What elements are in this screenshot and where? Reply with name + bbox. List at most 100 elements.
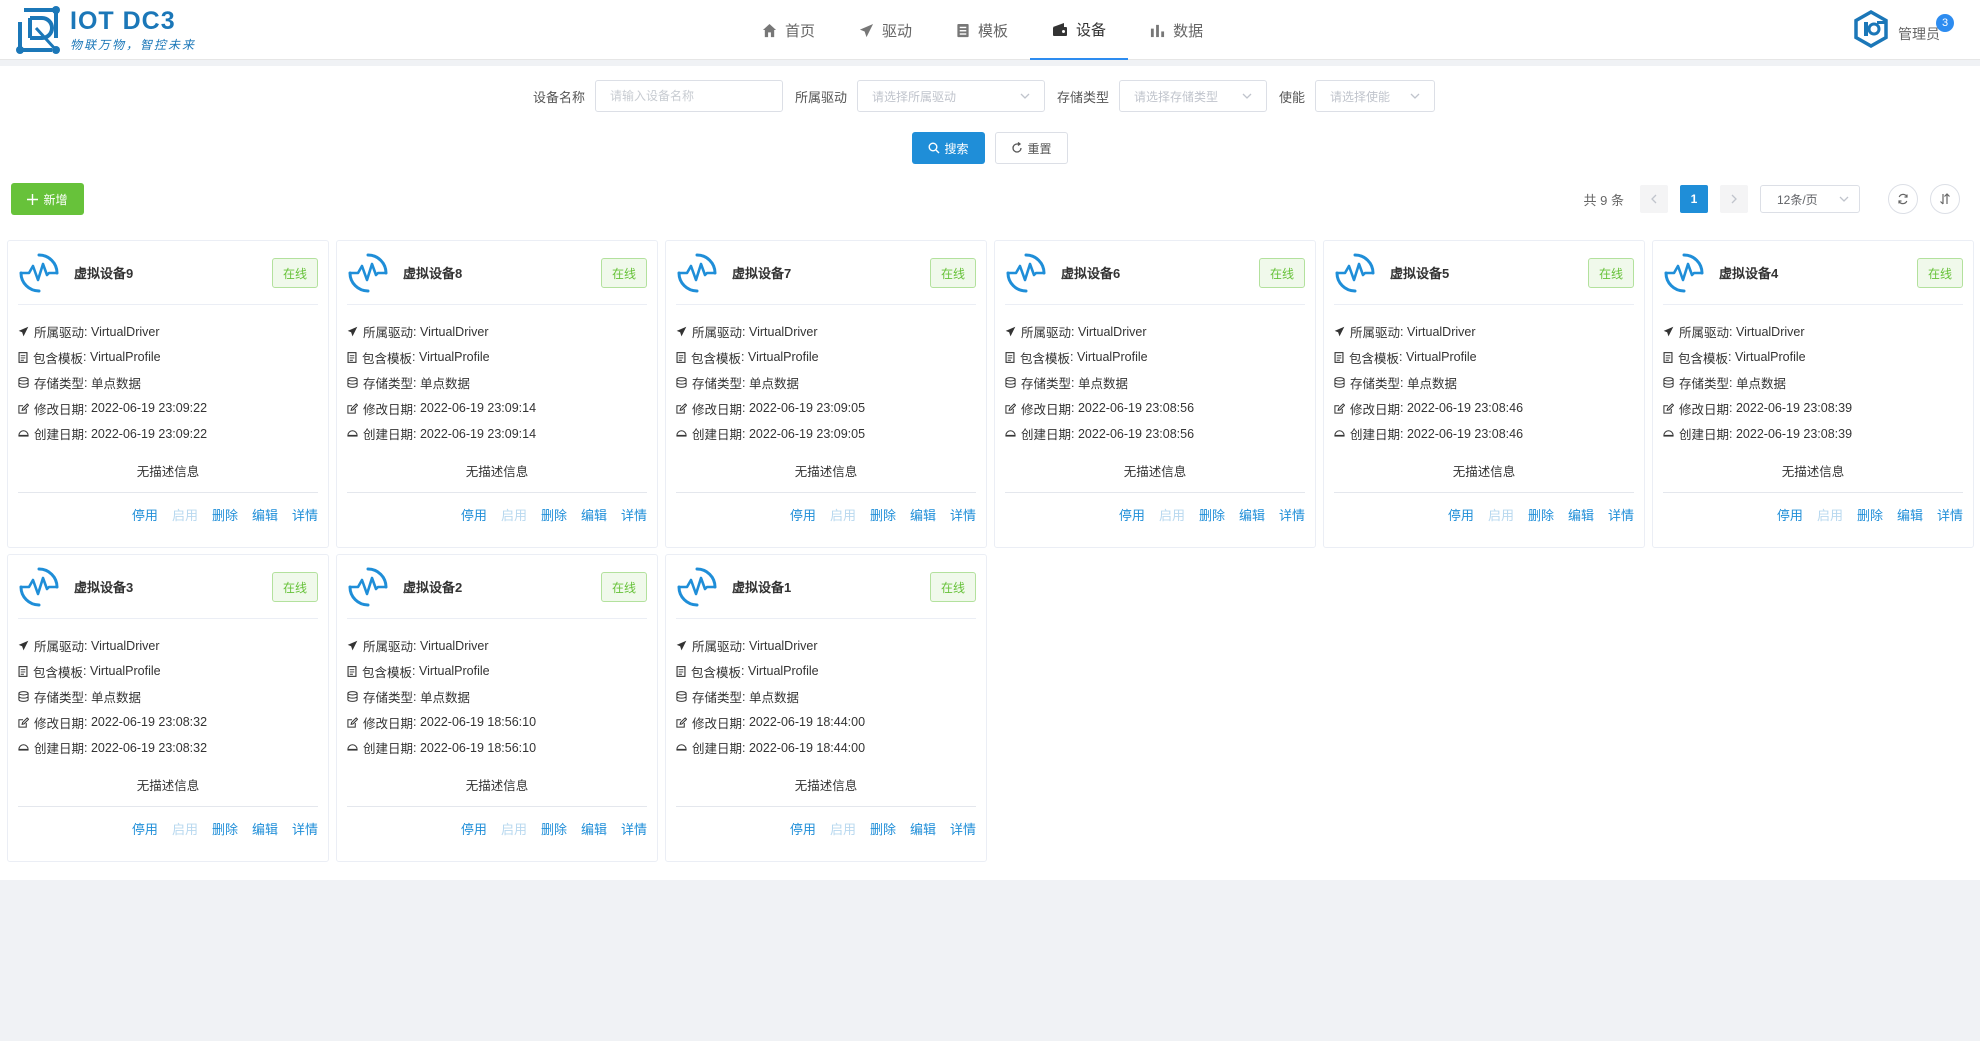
delete-button[interactable]: 删除 — [1199, 505, 1225, 524]
stop-button[interactable]: 停用 — [1777, 505, 1803, 524]
start-button[interactable]: 启用 — [1159, 505, 1185, 524]
edit-button[interactable]: 编辑 — [1897, 505, 1923, 524]
create-label: 创建日期 — [692, 428, 743, 443]
device-name-input[interactable] — [594, 80, 783, 112]
send-icon — [1663, 326, 1674, 337]
delete-button[interactable]: 删除 — [870, 505, 896, 524]
delete-button[interactable]: 删除 — [541, 819, 567, 838]
detail-button[interactable]: 详情 — [950, 819, 976, 838]
device-card[interactable]: 虚拟设备3 在线 所属驱动: VirtualDriver 包含模板: Virtu… — [7, 554, 329, 862]
device-card[interactable]: 虚拟设备7 在线 所属驱动: VirtualDriver 包含模板: Virtu… — [665, 240, 987, 548]
driver-label: 所属驱动 — [692, 326, 743, 341]
nav-item-home[interactable]: 首页 — [740, 0, 837, 60]
device-name[interactable]: 虚拟设备9 — [74, 263, 133, 282]
stop-button[interactable]: 停用 — [461, 819, 487, 838]
start-button[interactable]: 启用 — [830, 505, 856, 524]
device-name[interactable]: 虚拟设备1 — [732, 577, 791, 596]
device-name[interactable]: 虚拟设备6 — [1061, 263, 1120, 282]
detail-button[interactable]: 详情 — [292, 505, 318, 524]
start-button[interactable]: 启用 — [172, 819, 198, 838]
page-number[interactable]: 1 — [1680, 185, 1708, 213]
device-name[interactable]: 虚拟设备8 — [403, 263, 462, 282]
device-card[interactable]: 虚拟设备8 在线 所属驱动: VirtualDriver 包含模板: Virtu… — [336, 240, 658, 548]
info-profile: 包含模板: VirtualProfile — [347, 659, 647, 685]
edit-button[interactable]: 编辑 — [1239, 505, 1265, 524]
stop-button[interactable]: 停用 — [132, 505, 158, 524]
delete-button[interactable]: 删除 — [212, 819, 238, 838]
detail-button[interactable]: 详情 — [621, 505, 647, 524]
add-device-button[interactable]: 新增 — [11, 183, 84, 215]
detail-button[interactable]: 详情 — [621, 819, 647, 838]
delete-button[interactable]: 删除 — [541, 505, 567, 524]
reset-button[interactable]: 重置 — [995, 132, 1068, 164]
page-size-select[interactable]: 12条/页 — [1760, 185, 1860, 213]
device-info: 所属驱动: VirtualDriver 包含模板: VirtualProfile… — [18, 319, 318, 447]
device-card[interactable]: 虚拟设备4 在线 所属驱动: VirtualDriver 包含模板: Virtu… — [1652, 240, 1974, 548]
delete-button[interactable]: 删除 — [212, 505, 238, 524]
edit-button[interactable]: 编辑 — [252, 819, 278, 838]
refresh-button[interactable] — [1888, 184, 1918, 214]
edit-button[interactable]: 编辑 — [252, 505, 278, 524]
enable-select[interactable]: 请选择使能 — [1315, 80, 1436, 112]
start-button[interactable]: 启用 — [172, 505, 198, 524]
edit-button[interactable]: 编辑 — [910, 505, 936, 524]
driver-select[interactable]: 请选择所属驱动 — [857, 80, 1045, 112]
search-button[interactable]: 搜索 — [912, 132, 985, 164]
logo[interactable]: IOT DC3 物联万物，智控未来 — [12, 4, 196, 56]
device-pulse-icon — [1006, 253, 1046, 292]
stop-button[interactable]: 停用 — [1119, 505, 1145, 524]
stop-button[interactable]: 停用 — [790, 819, 816, 838]
stop-button[interactable]: 停用 — [790, 505, 816, 524]
nav-item-driver[interactable]: 驱动 — [837, 0, 934, 60]
stop-button[interactable]: 停用 — [1448, 505, 1474, 524]
nav-item-data[interactable]: 数据 — [1128, 0, 1225, 60]
stop-button[interactable]: 停用 — [132, 819, 158, 838]
start-button[interactable]: 启用 — [830, 819, 856, 838]
device-name[interactable]: 虚拟设备3 — [74, 577, 133, 596]
device-name[interactable]: 虚拟设备7 — [732, 263, 791, 282]
delete-button[interactable]: 删除 — [1528, 505, 1554, 524]
device-actions: 停用 启用 删除 编辑 详情 — [347, 819, 647, 838]
start-button[interactable]: 启用 — [1488, 505, 1514, 524]
stop-button[interactable]: 停用 — [461, 505, 487, 524]
device-name[interactable]: 虚拟设备5 — [1390, 263, 1449, 282]
delete-button[interactable]: 删除 — [1857, 505, 1883, 524]
device-card[interactable]: 虚拟设备5 在线 所属驱动: VirtualDriver 包含模板: Virtu… — [1323, 240, 1645, 548]
status-badge: 在线 — [271, 258, 318, 288]
device-name[interactable]: 虚拟设备4 — [1719, 263, 1778, 282]
device-card[interactable]: 虚拟设备9 在线 所属驱动: VirtualDriver 包含模板: Virtu… — [7, 240, 329, 548]
device-card[interactable]: 虚拟设备2 在线 所属驱动: VirtualDriver 包含模板: Virtu… — [336, 554, 658, 862]
detail-button[interactable]: 详情 — [1608, 505, 1634, 524]
nav-item-device[interactable]: 设备 — [1030, 0, 1129, 60]
storage-select[interactable]: 请选择存储类型 — [1119, 80, 1268, 112]
detail-button[interactable]: 详情 — [1937, 505, 1963, 524]
nav-label-device: 设备 — [1076, 21, 1107, 39]
user-menu[interactable]: 管理员 3 — [1852, 10, 1954, 48]
info-driver: 所属驱动: VirtualDriver — [1663, 319, 1963, 345]
storage-label: 存储类型 — [1021, 377, 1072, 392]
sort-button[interactable] — [1930, 184, 1960, 214]
delete-button[interactable]: 删除 — [870, 819, 896, 838]
device-card[interactable]: 虚拟设备6 在线 所属驱动: VirtualDriver 包含模板: Virtu… — [994, 240, 1316, 548]
edit-button[interactable]: 编辑 — [581, 819, 607, 838]
database-icon — [1334, 377, 1345, 389]
nav-item-template[interactable]: 模板 — [934, 0, 1030, 60]
start-button[interactable]: 启用 — [501, 819, 527, 838]
edit-button[interactable]: 编辑 — [581, 505, 607, 524]
start-button[interactable]: 启用 — [501, 505, 527, 524]
edit-button[interactable]: 编辑 — [1568, 505, 1594, 524]
prev-page-button[interactable] — [1640, 185, 1668, 213]
create-value: 2022-06-19 23:08:32 — [90, 740, 208, 755]
next-page-button[interactable] — [1720, 185, 1748, 213]
device-card[interactable]: 虚拟设备1 在线 所属驱动: VirtualDriver 包含模板: Virtu… — [665, 554, 987, 862]
device-name[interactable]: 虚拟设备2 — [403, 577, 462, 596]
search-icon — [928, 142, 940, 154]
detail-button[interactable]: 详情 — [292, 819, 318, 838]
detail-button[interactable]: 详情 — [1279, 505, 1305, 524]
edit-button[interactable]: 编辑 — [910, 819, 936, 838]
detail-button[interactable]: 详情 — [950, 505, 976, 524]
create-label: 创建日期 — [1679, 428, 1730, 443]
start-button[interactable]: 启用 — [1817, 505, 1843, 524]
device-pulse-icon — [348, 567, 388, 606]
info-update: 修改日期: 2022-06-19 23:09:14 — [347, 396, 647, 422]
